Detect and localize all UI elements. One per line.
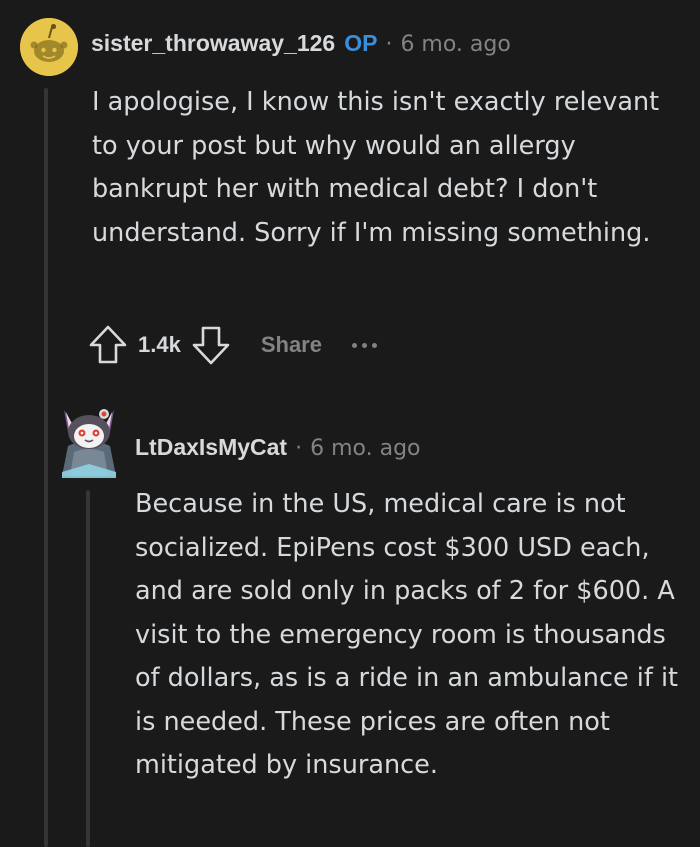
meta-separator: · xyxy=(385,32,393,57)
cat-avatar-icon xyxy=(62,409,116,478)
thread-line-reply[interactable] xyxy=(86,490,90,847)
avatar-op[interactable] xyxy=(20,18,78,76)
upvote-arrow-icon xyxy=(89,325,127,364)
share-button[interactable]: Share xyxy=(261,332,322,358)
comment-op-actions: 1.4k Share xyxy=(88,322,377,368)
upvote-button[interactable] xyxy=(88,322,128,368)
comment-op-body: I apologise, I know this isn't exactly r… xyxy=(92,87,660,248)
op-badge: OP xyxy=(344,30,378,56)
comment-reply-body: Because in the US, medical care is not s… xyxy=(135,489,679,780)
username-reply[interactable]: LtDaxIsMyCat xyxy=(135,434,287,461)
downvote-button[interactable] xyxy=(191,322,231,368)
snoo-avatar-icon xyxy=(20,18,78,76)
timestamp-op[interactable]: 6 mo. ago xyxy=(400,32,510,57)
comment-op-meta: sister_throwaway_126 OP · 6 mo. ago xyxy=(91,30,511,57)
thread-line-op[interactable] xyxy=(44,88,48,847)
more-dots-icon xyxy=(351,342,357,348)
comment-reply-meta: LtDaxIsMyCat · 6 mo. ago xyxy=(135,434,421,461)
vote-score: 1.4k xyxy=(138,332,181,357)
meta-separator: · xyxy=(295,436,303,461)
username-op[interactable]: sister_throwaway_126 xyxy=(91,30,335,57)
downvote-arrow-icon xyxy=(192,326,230,365)
timestamp-reply[interactable]: 6 mo. ago xyxy=(310,436,420,461)
avatar-reply[interactable] xyxy=(58,398,120,478)
more-options-button[interactable] xyxy=(351,342,377,348)
